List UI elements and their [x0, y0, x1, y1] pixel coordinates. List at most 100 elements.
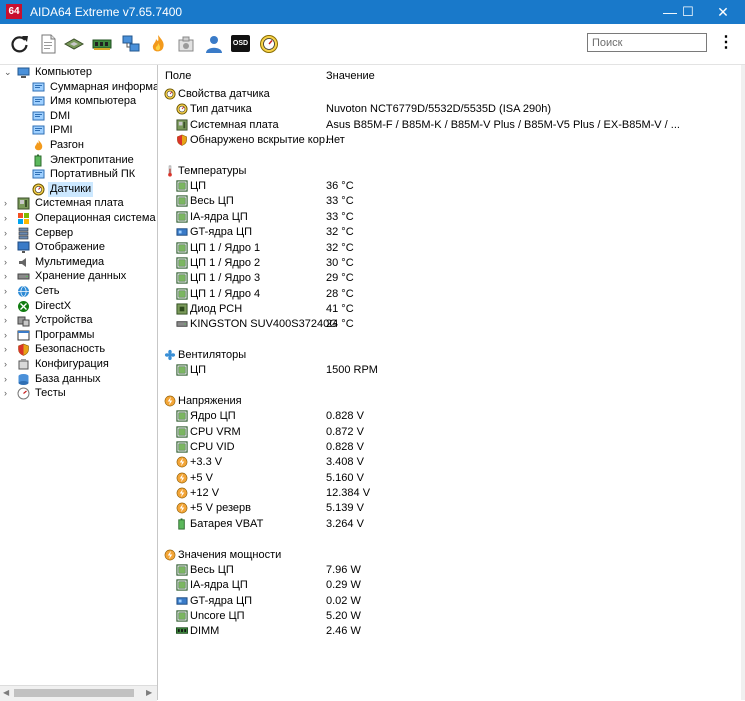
chip-icon	[176, 211, 188, 223]
tools-icon[interactable]	[176, 34, 196, 54]
data-row[interactable]: Диод PCH 41 °C	[160, 302, 740, 317]
expand-chevron-icon[interactable]: ›	[4, 342, 13, 357]
expand-chevron-icon[interactable]: ›	[4, 328, 13, 343]
expand-chevron-icon[interactable]: ›	[4, 284, 13, 299]
data-row[interactable]: IA-ядра ЦП 33 °C	[160, 210, 740, 225]
tree-item-label: Операционная система	[35, 212, 156, 224]
gpu-icon	[176, 595, 188, 607]
data-row[interactable]: ЦП 1 / Ядро 1 32 °C	[160, 241, 740, 256]
data-row[interactable]: Весь ЦП 7.96 W	[160, 563, 740, 578]
data-row[interactable]: IA-ядра ЦП 0.29 W	[160, 578, 740, 593]
data-row[interactable]: Системная плата Asus B85M-F / B85M-K / B8…	[160, 118, 740, 133]
data-row[interactable]: Ядро ЦП 0.828 V	[160, 409, 740, 424]
data-row[interactable]: ЦП 1 / Ядро 3 29 °C	[160, 271, 740, 286]
field-label: Тип датчика	[190, 103, 252, 116]
tree-item-label: Программы	[35, 328, 95, 341]
navigation-tree: ⌄ Компьютер Суммарная информация Имя компью…	[0, 65, 158, 700]
gauge-icon[interactable]	[259, 34, 279, 54]
close-button[interactable]: ✕	[703, 0, 743, 24]
section-header[interactable]: Вентиляторы	[160, 348, 740, 363]
expand-chevron-icon[interactable]: ›	[4, 226, 13, 241]
field-value: 2.46 W	[326, 625, 361, 638]
osd-icon[interactable]: OSD	[231, 35, 250, 52]
tree-item-label: Тесты	[35, 387, 66, 400]
expand-chevron-icon[interactable]: ›	[4, 255, 13, 270]
section-header[interactable]: Температуры	[160, 164, 740, 179]
memory-icon[interactable]	[92, 34, 112, 54]
field-label: ЦП 1 / Ядро 3	[190, 272, 261, 285]
menu-icon[interactable]: ⋮	[718, 33, 734, 53]
field-value: 0.02 W	[326, 594, 361, 607]
field-value: 32 °C	[326, 226, 354, 239]
section-header[interactable]: Значения мощности	[160, 548, 740, 563]
chip-icon	[176, 441, 188, 453]
chip-icon	[176, 180, 188, 192]
data-row[interactable]: CPU VID 0.828 V	[160, 440, 740, 455]
field-value: 24 °C	[326, 318, 354, 331]
field-value: 36 °C	[326, 180, 354, 193]
data-row[interactable]: ЦП 1500 RPM	[160, 363, 740, 378]
expand-chevron-icon[interactable]: ›	[4, 357, 13, 372]
search-input[interactable]	[587, 33, 707, 52]
user-icon[interactable]	[204, 34, 224, 54]
column-header-value[interactable]: Значение	[326, 69, 375, 83]
section-header[interactable]: Свойства датчика	[160, 87, 740, 102]
drive-icon	[176, 318, 188, 330]
tree-item-label: Хранение данных	[35, 270, 127, 283]
data-row[interactable]: +5 V резерв 5.139 V	[160, 501, 740, 516]
data-row[interactable]: GT-ядра ЦП 0.02 W	[160, 594, 740, 609]
field-value: 30 °C	[326, 256, 354, 269]
column-header-field[interactable]: Поле	[165, 69, 191, 83]
data-row[interactable]: Тип датчика Nuvoton NCT6779D/5532D/5535D …	[160, 102, 740, 117]
tree-horizontal-scrollbar[interactable]: ◀ ▶	[0, 685, 157, 701]
network-icon[interactable]	[121, 34, 141, 54]
collapse-chevron-icon[interactable]: ⌄	[4, 65, 13, 80]
data-row[interactable]: CPU VRM 0.872 V	[160, 425, 740, 440]
data-row[interactable]: GT-ядра ЦП 32 °C	[160, 225, 740, 240]
app-logo-icon[interactable]: 64	[6, 4, 22, 19]
data-row[interactable]: +5 V 5.160 V	[160, 471, 740, 486]
data-row[interactable]: Весь ЦП 33 °C	[160, 194, 740, 209]
section-header[interactable]: Напряжения	[160, 394, 740, 409]
data-row[interactable]: Uncore ЦП 5.20 W	[160, 609, 740, 624]
expand-chevron-icon[interactable]: ›	[4, 372, 13, 387]
voltage-icon	[176, 487, 188, 499]
expand-chevron-icon[interactable]: ›	[4, 240, 13, 255]
expand-chevron-icon[interactable]: ›	[4, 386, 13, 401]
chip-icon	[176, 195, 188, 208]
scroll-left-icon[interactable]: ◀	[3, 688, 9, 697]
field-label: ЦП 1 / Ядро 2	[190, 256, 261, 269]
field-label: CPU VID	[190, 441, 235, 454]
power-icon	[32, 154, 45, 167]
expand-chevron-icon[interactable]: ›	[4, 211, 13, 226]
data-row[interactable]: Обнаружено вскрытие кор... Нет	[160, 133, 740, 148]
chip-icon	[176, 610, 188, 622]
data-row[interactable]: KINGSTON SUV400S37240G 24 °C	[160, 317, 740, 332]
refresh-icon[interactable]	[10, 34, 30, 54]
flame-icon[interactable]	[148, 34, 168, 54]
scrollbar-thumb[interactable]	[14, 689, 134, 697]
tree-item-label: Мультимедиа	[35, 255, 105, 268]
data-row[interactable]: ЦП 1 / Ядро 2 30 °C	[160, 256, 740, 271]
field-value: 5.20 W	[326, 609, 361, 622]
data-row[interactable]: ЦП 1 / Ядро 4 28 °C	[160, 287, 740, 302]
data-row[interactable]: +12 V 12.384 V	[160, 486, 740, 501]
data-row[interactable]: DIMM 2.46 W	[160, 624, 740, 639]
report-icon[interactable]	[38, 34, 58, 54]
field-label: DIMM	[190, 625, 220, 638]
expand-chevron-icon[interactable]: ›	[4, 196, 13, 211]
maximize-button[interactable]: ☐	[668, 0, 708, 24]
expand-chevron-icon[interactable]: ›	[4, 299, 13, 314]
expand-chevron-icon[interactable]: ›	[4, 269, 13, 284]
motherboard-icon[interactable]	[64, 34, 84, 54]
scroll-right-icon[interactable]: ▶	[146, 688, 152, 697]
data-row[interactable]: ЦП 36 °C	[160, 179, 740, 194]
field-value: 33 °C	[326, 210, 354, 223]
chip-icon	[176, 272, 188, 284]
vertical-scrollbar[interactable]	[741, 65, 745, 700]
expand-chevron-icon[interactable]: ›	[4, 313, 13, 328]
data-row[interactable]: +3.3 V 3.408 V	[160, 455, 740, 470]
programs-icon	[17, 329, 30, 342]
data-row[interactable]: Батарея VBAT 3.264 V	[160, 517, 740, 532]
chip-icon	[176, 241, 188, 254]
